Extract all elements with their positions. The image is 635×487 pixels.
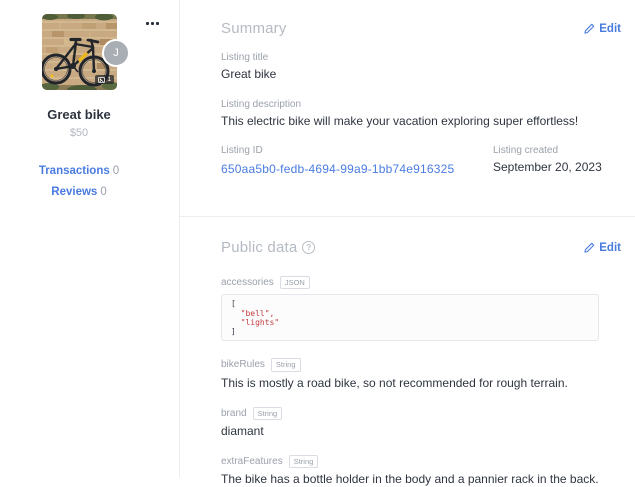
listing-id-field: Listing ID 650aa5b0-fedb-4694-99a9-1bb74… [221, 145, 493, 178]
brand-field: brand String diamant [221, 406, 621, 439]
avatar[interactable]: J [102, 39, 130, 67]
reviews-row: Reviews 0 [0, 186, 158, 198]
listing-created-value: September 20, 2023 [493, 160, 602, 174]
summary-heading: Summary [221, 20, 287, 37]
transactions-count: 0 [112, 165, 120, 177]
sidebar-listing-title: Great bike [47, 107, 111, 122]
listing-created-field: Listing created September 20, 2023 [493, 145, 602, 178]
string-type-badge: String [270, 358, 301, 372]
brand-value: diamant [221, 423, 264, 438]
public-data-heading: Public data ? [221, 239, 316, 256]
more-options-button[interactable] [143, 19, 162, 28]
accessories-code-block: [ "bell", "lights" ] [221, 294, 599, 342]
reviews-count: 0 [100, 186, 107, 198]
pencil-icon [584, 23, 595, 34]
field-name-bike-rules: bikeRules [221, 359, 265, 371]
pencil-icon [584, 242, 595, 253]
transactions-link[interactable]: Transactions [39, 165, 110, 177]
extra-features-field: extraFeatures String The bike has a bott… [221, 454, 621, 487]
listing-title-value: Great bike [221, 67, 277, 81]
accessories-field: accessories JSON [ "bell", "lights" ] [221, 276, 621, 342]
code-line: [ [231, 299, 236, 309]
listing-id-link[interactable]: 650aa5b0-fedb-4694-99a9-1bb74e916325 [221, 162, 454, 176]
edit-public-data-label: Edit [599, 241, 621, 254]
listing-meta-row: Listing ID 650aa5b0-fedb-4694-99a9-1bb74… [221, 145, 621, 178]
transactions-row: Transactions 0 [0, 165, 158, 177]
listing-title-field: Listing title Great bike [221, 52, 621, 82]
image-count-badge: 1 [95, 75, 114, 84]
ellipsis-icon [146, 22, 149, 25]
ellipsis-icon [156, 22, 159, 25]
sidebar-links: Transactions 0 Reviews 0 [0, 165, 158, 198]
edit-public-data-button[interactable]: Edit [584, 242, 621, 254]
field-name-brand: brand [221, 407, 247, 419]
code-line: "bell", [231, 308, 275, 318]
listing-created-label: Listing created [493, 145, 559, 156]
image-count: 1 [107, 76, 111, 83]
code-line: "lights" [231, 317, 280, 327]
public-data-section: Public data ? Edit accessories JSON ["b… [180, 217, 635, 487]
listing-description-field: Listing description This electric bike w… [221, 99, 621, 129]
listing-detail-panel: Summary Edit Listing title Great bike Li… [180, 0, 635, 486]
field-name-accessories: accessories [221, 277, 274, 289]
help-icon[interactable]: ? [302, 241, 316, 254]
string-type-badge: String [288, 454, 319, 469]
json-type-badge: JSON [279, 276, 310, 290]
avatar-letter: J [113, 47, 119, 59]
listing-page: 1 J Great bike $50 Transactions 0 Reviews… [0, 0, 635, 486]
bike-rules-value: This is mostly a road bike, so not recom… [221, 375, 568, 390]
listing-id-label: Listing ID [221, 145, 263, 156]
listing-description-value: This electric bike will make your vacati… [221, 114, 579, 128]
edit-summary-button[interactable]: Edit [584, 23, 621, 35]
edit-summary-label: Edit [599, 22, 621, 35]
listing-title-label: Listing title [221, 52, 269, 63]
extra-features-value: The bike has a bottle holder in the body… [221, 472, 599, 487]
bike-rules-field: bikeRules String This is mostly a road b… [221, 358, 621, 390]
summary-section: Summary Edit Listing title Great bike Li… [180, 0, 635, 178]
public-data-heading-label: Public data [221, 239, 298, 256]
listing-description-label: Listing description [221, 99, 302, 110]
ellipsis-icon [151, 22, 154, 25]
string-type-badge: String [252, 406, 283, 420]
listing-sidebar: 1 J Great bike $50 Transactions 0 Reviews… [0, 0, 180, 477]
reviews-link[interactable]: Reviews [51, 186, 97, 198]
field-name-extra-features: extraFeatures [221, 456, 283, 468]
code-line: ] [231, 326, 236, 336]
sidebar-listing-price: $50 [69, 127, 89, 139]
image-icon [98, 76, 106, 83]
